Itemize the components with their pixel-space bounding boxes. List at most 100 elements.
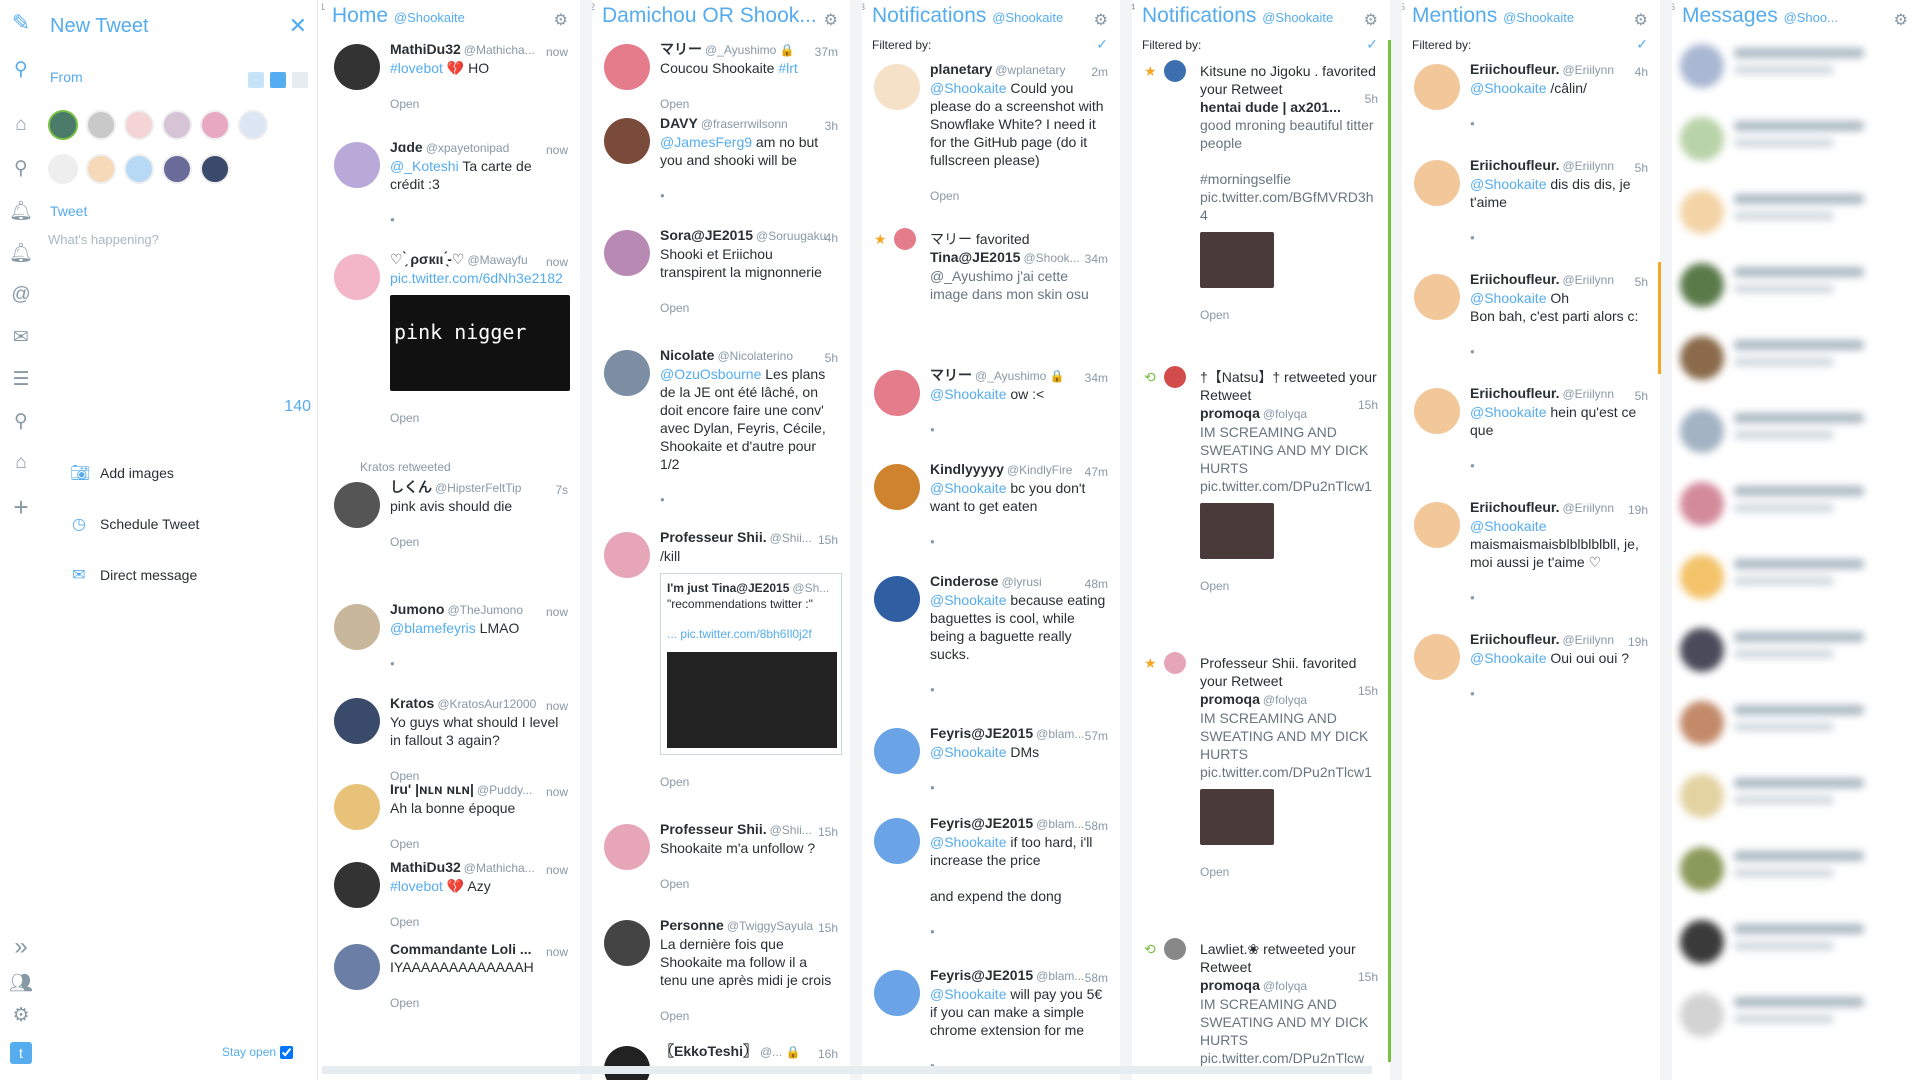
mail-icon[interactable]: ✉ xyxy=(10,326,32,348)
tweet[interactable]: Kratos retweeted しくん @HipsterFeltTip 7s pink… xyxy=(322,460,580,551)
author-handle[interactable]: @Shook... xyxy=(1023,251,1079,265)
avatar[interactable] xyxy=(874,370,920,416)
author-handle[interactable]: @Mathicha... xyxy=(464,43,535,57)
tweet[interactable]: Eriichoufleur. @Eriilynn 4h @Shookaite /câl… xyxy=(1402,60,1660,133)
tweet[interactable]: Feyris@JE2015 @blam... 58m @Shookaite will … xyxy=(862,966,1120,1075)
open-link[interactable]: Open xyxy=(1200,863,1378,881)
tweet-link[interactable]: @Shookaite xyxy=(1470,290,1546,306)
notification[interactable]: ★ Kitsune no Jigoku . favorited your Retw… xyxy=(1132,60,1390,324)
account-avatar[interactable] xyxy=(124,110,154,140)
tweet[interactable]: MathiDu32 @Mathicha... now #lovebot 💔 HO Ope… xyxy=(322,40,580,113)
author-name[interactable]: Commandante Loli ... xyxy=(390,941,532,957)
message-thread[interactable] xyxy=(1672,478,1920,538)
author-handle[interactable]: @Eriilynn xyxy=(1562,633,1614,647)
tweet[interactable]: Kindlyyyyy @KindlyFire 47m @Shookaite bc yo… xyxy=(862,460,1120,551)
avatar[interactable] xyxy=(1414,274,1460,320)
timestamp[interactable]: 15h xyxy=(818,919,838,937)
avatar[interactable] xyxy=(604,920,650,966)
tweet-link[interactable]: @Shookaite xyxy=(1470,650,1546,666)
timestamp[interactable]: 15h xyxy=(1358,968,1378,986)
author-handle[interactable]: @xpayetonipad xyxy=(426,141,510,155)
tweet[interactable]: Personne @TwiggySayula 15h La dernière fois… xyxy=(592,916,850,1025)
author-handle[interactable]: @Puddy... xyxy=(477,783,532,797)
author-handle[interactable]: @folyqa xyxy=(1263,693,1307,707)
open-link[interactable]: Open xyxy=(1200,577,1378,595)
author-handle[interactable]: @KratosAur12000 xyxy=(437,697,536,711)
author-handle[interactable]: @folyqa xyxy=(1263,407,1307,421)
tweet[interactable]: Kratos @KratosAur12000 now Yo guys what sho… xyxy=(322,694,580,785)
compose-logo-icon[interactable]: ✎ xyxy=(10,10,32,35)
author-handle[interactable]: @Eriilynn xyxy=(1562,159,1614,173)
avatar[interactable] xyxy=(1164,60,1186,82)
message-thread[interactable] xyxy=(1672,405,1920,465)
author-handle[interactable]: @TwiggySayula xyxy=(727,919,813,933)
author-handle[interactable]: @Eriilynn xyxy=(1562,63,1614,77)
timestamp[interactable]: 58m xyxy=(1085,969,1108,987)
author-handle[interactable]: @Nicolaterino xyxy=(717,349,793,363)
timestamp[interactable]: 5h xyxy=(825,349,838,367)
avatar[interactable] xyxy=(874,818,920,864)
author-name[interactable]: マリー xyxy=(660,41,702,57)
avatar[interactable] xyxy=(894,228,916,250)
timestamp[interactable]: now xyxy=(546,43,568,61)
timestamp[interactable]: 15h xyxy=(1358,396,1378,414)
open-link[interactable]: Open xyxy=(390,533,568,551)
reply-icon[interactable]: ● xyxy=(660,187,838,205)
timestamp[interactable]: now xyxy=(546,943,568,961)
message-thread[interactable] xyxy=(1672,259,1920,319)
timestamp[interactable]: 48m xyxy=(1085,575,1108,593)
stay-open-toggle[interactable]: Stay open xyxy=(222,1045,294,1060)
author-name[interactable]: promoqa xyxy=(1200,405,1260,421)
timestamp[interactable]: now xyxy=(546,783,568,801)
open-link[interactable]: Open xyxy=(660,299,838,317)
author-name[interactable]: Tina@JE2015 xyxy=(930,249,1020,265)
author-handle[interactable]: @KindlyFire xyxy=(1007,463,1073,477)
avatar[interactable] xyxy=(334,784,380,830)
avatar[interactable] xyxy=(1414,634,1460,680)
avatar[interactable] xyxy=(604,118,650,164)
tweet-link[interactable]: @Shookaite xyxy=(1470,176,1546,192)
author-name[interactable]: Eriichoufleur. xyxy=(1470,385,1559,401)
column-settings-icon[interactable]: ⚙ xyxy=(554,10,568,30)
reply-icon[interactable]: ● xyxy=(1470,115,1648,133)
author-name[interactable]: Feyris@JE2015 xyxy=(930,967,1033,983)
author-name[interactable]: DAVY xyxy=(660,115,698,131)
author-handle[interactable]: @_Ayushimo 🔒 xyxy=(975,369,1065,383)
author-name[interactable]: promoqa xyxy=(1200,977,1260,993)
tweet-link[interactable]: @Shookaite xyxy=(930,834,1006,850)
avatar[interactable] xyxy=(1414,64,1460,110)
message-thread[interactable] xyxy=(1672,186,1920,246)
open-link[interactable]: Open xyxy=(390,835,568,853)
tweet-link[interactable]: @Shookaite xyxy=(1470,404,1546,420)
author-handle[interactable]: @_Ayushimo 🔒 xyxy=(705,43,795,57)
tweet[interactable]: Cinderose @lyrusi 48m @Shookaite because ea… xyxy=(862,572,1120,699)
reply-icon[interactable]: ● xyxy=(930,421,1108,439)
avatar[interactable] xyxy=(1414,160,1460,206)
search-icon[interactable]: ⚲ xyxy=(10,157,32,179)
reply-icon[interactable]: ● xyxy=(1470,229,1648,247)
author-handle[interactable]: @blam... xyxy=(1036,727,1084,741)
layout-list-icon[interactable] xyxy=(292,72,308,88)
author-name[interactable]: Personne xyxy=(660,917,724,933)
account-avatar[interactable] xyxy=(48,154,78,184)
timestamp[interactable]: 4h xyxy=(1635,63,1648,81)
author-name[interactable]: マリー xyxy=(930,367,972,383)
tweet[interactable]: Sora@JE2015 @Soruugaku 4h Shooki et Eriicho… xyxy=(592,226,850,317)
hashtag-link[interactable]: #lrt xyxy=(778,60,797,76)
avatar[interactable] xyxy=(874,576,920,622)
avatar[interactable] xyxy=(334,862,380,908)
account-avatar[interactable] xyxy=(162,154,192,184)
tweet[interactable]: Iru' |ɴʟɴ ɴʟɴ| @Puddy... now Ah la bonne ép… xyxy=(322,780,580,853)
author-handle[interactable]: @TheJumono xyxy=(447,603,523,617)
quoted-tweet[interactable]: I'm just Tina@JE2015 @Sh... "recommendatio… xyxy=(660,573,842,755)
tweet-media-image[interactable] xyxy=(1200,232,1274,288)
avatar[interactable] xyxy=(334,944,380,990)
accounts-icon[interactable]: 👥︎ xyxy=(9,972,33,994)
twitter-icon[interactable]: t xyxy=(10,1042,32,1064)
author-handle[interactable]: @Shii... xyxy=(770,823,812,837)
avatar[interactable] xyxy=(874,464,920,510)
timestamp[interactable]: 15h xyxy=(818,823,838,841)
tweet[interactable]: Jɑde @xpayetonipad now @_Koteshi Ta carte d… xyxy=(322,138,580,229)
home-icon[interactable]: ⌂ xyxy=(10,114,32,136)
tweet-link[interactable]: #lovebot xyxy=(390,878,443,894)
